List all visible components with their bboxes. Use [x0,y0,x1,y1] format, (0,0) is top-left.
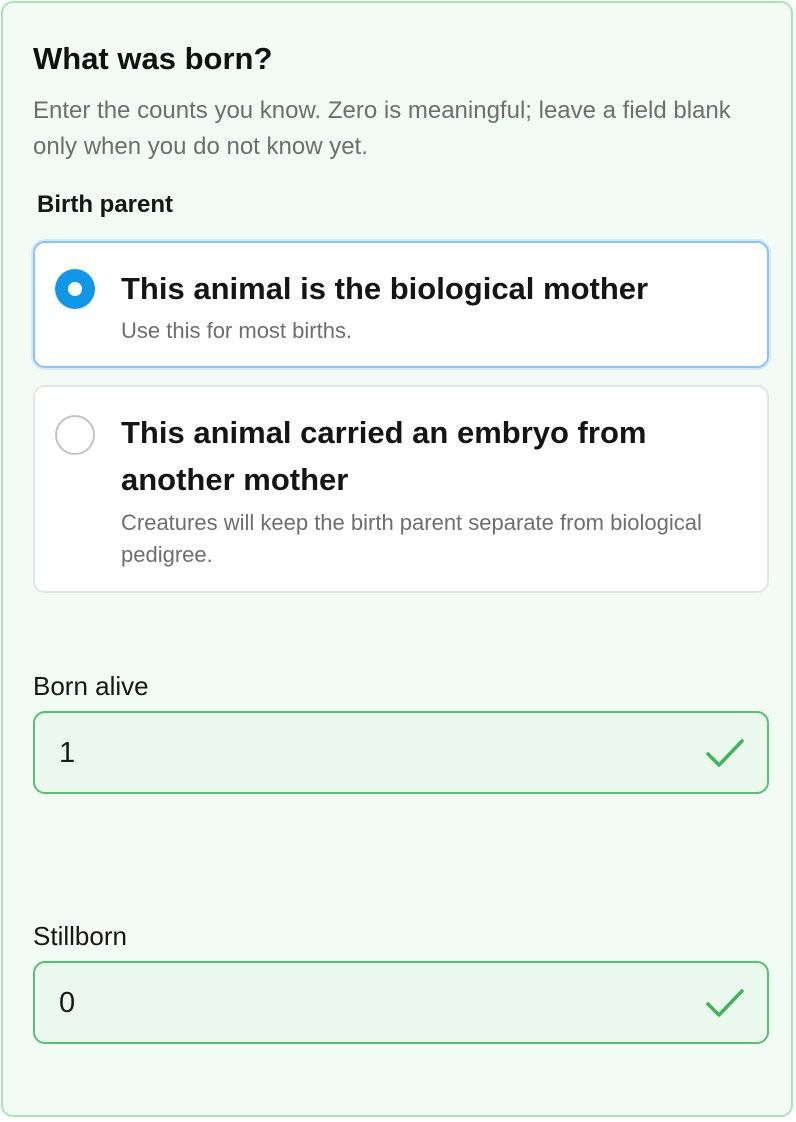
radio-selected-icon[interactable] [55,269,95,309]
option-title: This animal is the biological mother [121,271,649,306]
option-description: Creatures will keep the birth parent sep… [121,510,702,567]
stillborn-input[interactable] [59,981,679,1025]
option-biological-mother[interactable]: This animal is the biological mother Use… [33,241,769,368]
option-title: This animal carried an embryo from anoth… [121,415,647,497]
stillborn-label: Stillborn [33,921,127,951]
page-title: What was born? [33,41,273,76]
option-description: Use this for most births. [121,318,353,343]
check-icon [706,739,744,767]
form-description: Enter the counts you know. Zero is meani… [33,97,731,160]
radio-unselected-icon[interactable] [55,415,95,455]
born-alive-label: Born alive [33,671,149,701]
birth-outcome-card: What was born? Enter the counts you know… [1,1,793,1117]
born-alive-input[interactable] [59,731,679,775]
check-icon [706,989,744,1017]
stillborn-field [33,961,769,1044]
option-embryo-carrier[interactable]: This animal carried an embryo from anoth… [33,385,769,593]
birth-parent-label: Birth parent [37,191,174,218]
born-alive-field [33,711,769,794]
